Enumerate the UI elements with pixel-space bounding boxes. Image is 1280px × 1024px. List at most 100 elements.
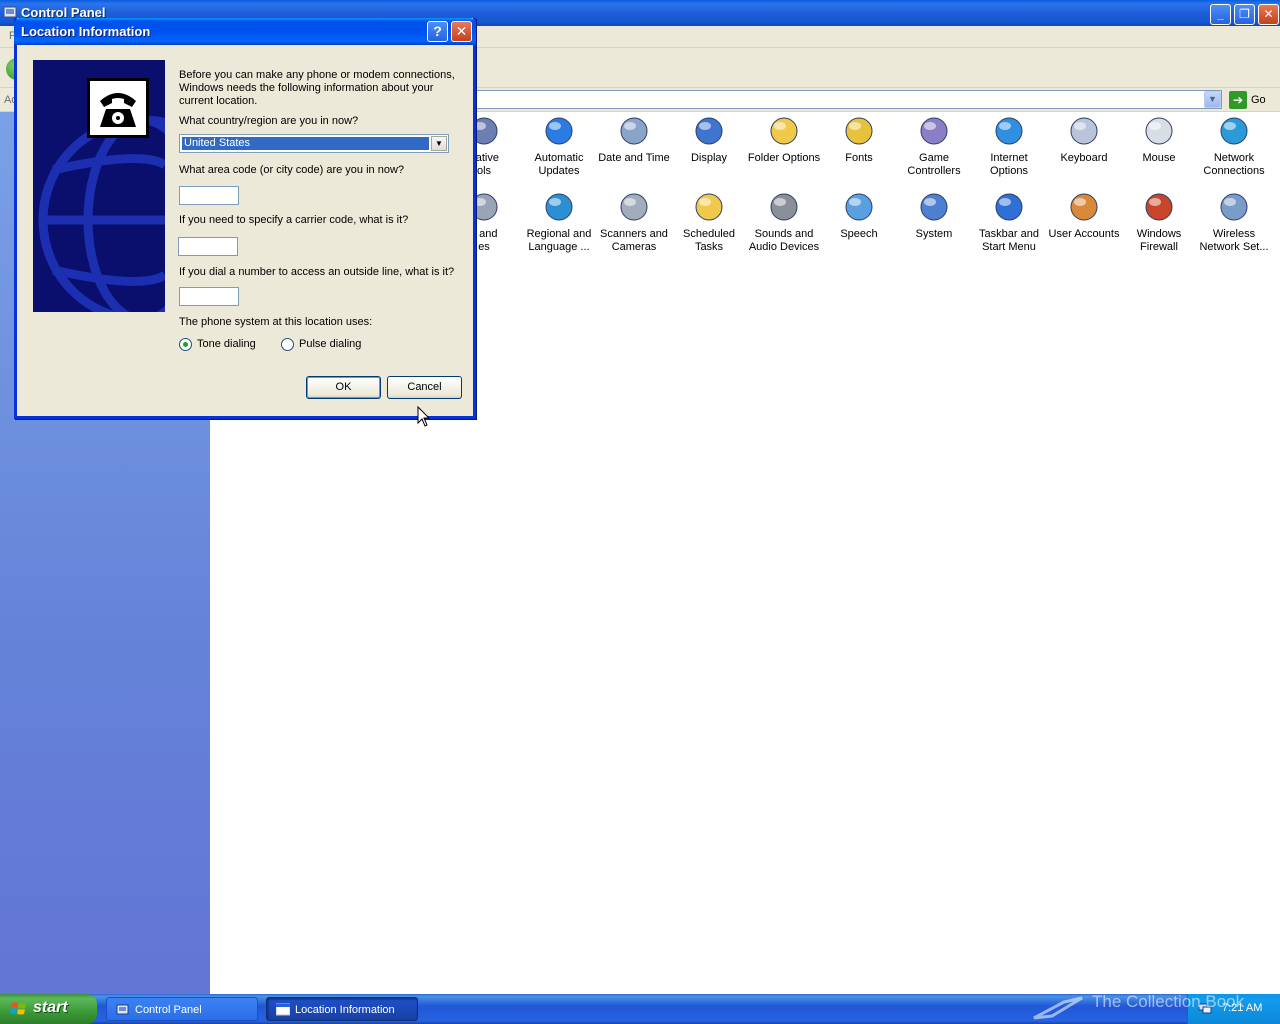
- taskbar-label: Control Panel: [135, 1004, 202, 1016]
- control-panel-item-label: Keyboard: [1060, 152, 1108, 164]
- taskbar-button-control-panel[interactable]: Control Panel: [106, 997, 258, 1021]
- control-panel-item-label: System: [915, 228, 953, 240]
- phone-system-label: The phone system at this location uses:: [179, 316, 373, 328]
- speech-icon: [845, 193, 873, 221]
- pulse-dialing-label[interactable]: Pulse dialing: [299, 338, 361, 351]
- telephone-icon: [87, 78, 149, 138]
- control-panel-item[interactable]: Taskbar and Start Menu: [971, 190, 1047, 254]
- telephone-illustration: [33, 60, 165, 312]
- location-information-dialog: Location Information ? ✕ Before you can …: [14, 18, 476, 419]
- control-panel-item-label: Fonts: [845, 152, 873, 164]
- control-panel-item[interactable]: Folder Options: [746, 114, 822, 165]
- control-panel-item-label: Display: [690, 152, 728, 164]
- window-icon: [276, 1003, 290, 1016]
- dialog-close-button[interactable]: ✕: [451, 21, 472, 42]
- tone-dialing-label[interactable]: Tone dialing: [197, 338, 256, 351]
- restore-button[interactable]: ❐: [1234, 4, 1255, 25]
- carrier-code-input[interactable]: [178, 237, 238, 256]
- pulse-dialing-radio[interactable]: [281, 338, 294, 351]
- control-panel-item[interactable]: Automatic Updates: [521, 114, 597, 178]
- fonts-icon: [845, 117, 873, 145]
- regional-language-icon: [545, 193, 573, 221]
- control-panel-item-label: Internet Options: [990, 152, 1028, 177]
- date-time-icon: [620, 117, 648, 145]
- control-panel-item-label: Folder Options: [747, 152, 821, 164]
- control-panel-item[interactable]: Date and Time: [596, 114, 672, 165]
- scheduled-tasks-icon: [695, 193, 723, 221]
- control-panel-item-label: User Accounts: [1048, 228, 1120, 240]
- control-panel-item[interactable]: Keyboard: [1046, 114, 1122, 165]
- carrier-code-label: If you need to specify a carrier code, w…: [179, 214, 409, 226]
- control-panel-item-label: Network Connections: [1203, 152, 1265, 177]
- windows-logo-icon: [10, 1002, 26, 1015]
- dialog-intro-text: Before you can make any phone or modem c…: [179, 69, 455, 107]
- scanners-cameras-icon: [620, 193, 648, 221]
- ok-button[interactable]: OK: [306, 376, 381, 399]
- control-panel-item[interactable]: Game Controllers: [896, 114, 972, 178]
- mouse-icon: [1145, 117, 1173, 145]
- country-select[interactable]: United States ▼: [179, 134, 449, 153]
- control-panel-item-label: Wireless Network Set...: [1199, 228, 1269, 253]
- control-panel-item[interactable]: Network Connections: [1196, 114, 1272, 178]
- minimize-button[interactable]: _: [1210, 4, 1231, 25]
- sounds-audio-icon: [770, 193, 798, 221]
- help-button[interactable]: ?: [427, 21, 448, 42]
- user-accounts-icon: [1070, 193, 1098, 221]
- wireless-network-icon: [1220, 193, 1248, 221]
- tone-dialing-radio[interactable]: [179, 338, 192, 351]
- keyboard-icon: [1070, 117, 1098, 145]
- control-panel-item-label: Automatic Updates: [534, 152, 584, 177]
- watermark: The Collection Book: [1030, 992, 1260, 1024]
- control-panel-item[interactable]: Windows Firewall: [1121, 190, 1197, 254]
- outside-line-label: If you dial a number to access an outsid…: [179, 266, 455, 278]
- go-arrow-icon[interactable]: ➔: [1229, 91, 1247, 109]
- watermark-text: The Collection Book: [1092, 992, 1245, 1011]
- taskbar-start-menu-icon: [995, 193, 1023, 221]
- control-panel-item[interactable]: Sounds and Audio Devices: [746, 190, 822, 254]
- address-dropdown-icon[interactable]: ▼: [1204, 91, 1221, 108]
- chevron-down-icon[interactable]: ▼: [431, 136, 447, 151]
- dialog-titlebar[interactable]: Location Information ? ✕: [14, 18, 476, 45]
- control-panel-item[interactable]: User Accounts: [1046, 190, 1122, 241]
- control-panel-item-label: Taskbar and Start Menu: [979, 228, 1039, 253]
- address-input[interactable]: [476, 90, 1222, 109]
- control-panel-icon: [116, 1004, 129, 1015]
- control-panel-item-label: Game Controllers: [907, 152, 961, 177]
- control-panel-item[interactable]: Scanners and Cameras: [596, 190, 672, 254]
- internet-options-icon: [995, 117, 1023, 145]
- area-code-label: What area code (or city code) are you in…: [179, 164, 405, 176]
- area-code-input[interactable]: [179, 186, 239, 205]
- control-panel-item-label: Regional and Language ...: [526, 228, 592, 253]
- control-panel-item[interactable]: Fonts: [821, 114, 897, 165]
- control-panel-item[interactable]: Speech: [821, 190, 897, 241]
- country-label: What country/region are you in now?: [179, 115, 359, 127]
- display-icon: [695, 117, 723, 145]
- close-button[interactable]: ✕: [1258, 4, 1279, 25]
- control-panel-item-label: Windows Firewall: [1136, 228, 1182, 253]
- cancel-button[interactable]: Cancel: [387, 376, 462, 399]
- control-panel-item[interactable]: Display: [671, 114, 747, 165]
- control-panel-item-label: Date and Time: [598, 152, 670, 164]
- outside-line-input[interactable]: [179, 287, 239, 306]
- control-panel-item[interactable]: Wireless Network Set...: [1196, 190, 1272, 254]
- control-panel-item[interactable]: Internet Options: [971, 114, 1047, 178]
- country-selected-value: United States: [182, 137, 429, 150]
- game-controllers-icon: [920, 117, 948, 145]
- start-label: start: [33, 999, 68, 1016]
- taskbar-label: Location Information: [295, 1004, 395, 1016]
- dialog-title: Location Information: [21, 24, 151, 39]
- control-panel-item[interactable]: System: [896, 190, 972, 241]
- taskbar-button-location-information[interactable]: Location Information: [266, 997, 418, 1021]
- control-panel-item-label: Scanners and Cameras: [600, 228, 668, 253]
- system-icon: [920, 193, 948, 221]
- control-panel-item-label: Sounds and Audio Devices: [748, 228, 820, 253]
- start-button[interactable]: start: [0, 994, 97, 1024]
- control-panel-item-label: Speech: [840, 228, 878, 240]
- windows-firewall-icon: [1145, 193, 1173, 221]
- control-panel-item[interactable]: Mouse: [1121, 114, 1197, 165]
- go-button[interactable]: Go: [1251, 94, 1266, 106]
- control-panel-item-label: Scheduled Tasks: [683, 228, 735, 253]
- control-panel-item[interactable]: Regional and Language ...: [521, 190, 597, 254]
- control-panel-item[interactable]: Scheduled Tasks: [671, 190, 747, 254]
- network-connections-icon: [1220, 117, 1248, 145]
